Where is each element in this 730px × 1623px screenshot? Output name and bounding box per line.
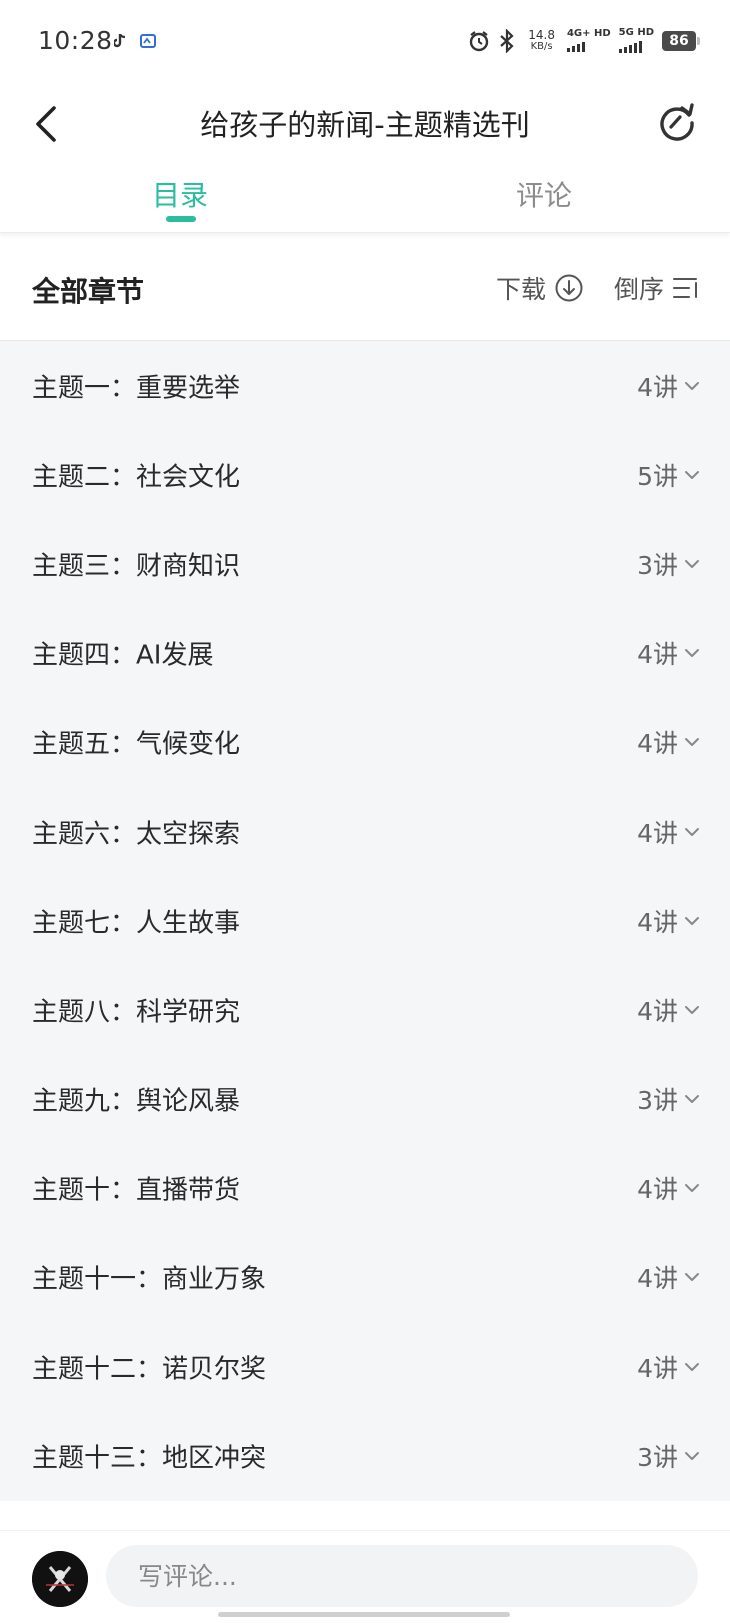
chapter-name: 主题十一：商业万象 <box>32 1264 267 1295</box>
download-label: 下载 <box>495 275 546 304</box>
alarm-icon <box>470 30 489 51</box>
chapter-row[interactable]: 主题三：财商知识 3讲 <box>0 519 730 608</box>
chevron-down-icon <box>685 1005 699 1014</box>
sim2-signal: 5G HD <box>618 27 654 53</box>
chapter-lecture-count: 3讲 <box>637 550 678 580</box>
chevron-down-icon <box>685 1184 699 1193</box>
chapter-name: 主题九：舆论风暴 <box>32 1086 241 1117</box>
sim2-signal-bars-icon <box>618 41 642 53</box>
chevron-down-icon <box>685 916 699 925</box>
chevron-down-icon <box>685 1362 699 1371</box>
chapter-row[interactable]: 主题八：科学研究 4讲 <box>0 965 730 1054</box>
chapters-section-header: 全部章节 下载 倒序 <box>0 240 730 341</box>
tab-bar: 目录 评论 <box>0 160 730 233</box>
chevron-down-icon <box>685 559 699 568</box>
network-speed: 14.8 KB/s <box>528 29 555 53</box>
page-title: 给孩子的新闻-主题精选刊 <box>200 108 530 142</box>
chevron-down-icon <box>685 470 699 479</box>
chapter-row[interactable]: 主题一：重要选举 4讲 <box>0 341 730 430</box>
chapter-lecture-count: 4讲 <box>637 1175 678 1205</box>
chevron-down-icon <box>685 649 699 658</box>
network-speed-unit: KB/s <box>530 40 553 52</box>
chevron-down-icon <box>685 1451 699 1460</box>
chapter-name: 主题一：重要选举 <box>32 373 241 404</box>
status-time: 10:28 <box>38 26 113 55</box>
chapter-lecture-count: 4讲 <box>637 1353 678 1383</box>
chapter-name: 主题十二：诺贝尔奖 <box>32 1354 267 1385</box>
tab-comments[interactable]: 评论 <box>516 174 572 214</box>
battery-level: 86 <box>669 32 689 49</box>
chapter-row[interactable]: 主题十：直播带货 4讲 <box>0 1144 730 1233</box>
network-speed-value: 14.8 <box>528 27 555 42</box>
status-right-icons: 14.8 KB/s 4G+ HD 5G HD 86 <box>468 27 700 53</box>
active-tab-indicator <box>166 216 196 222</box>
chapter-lecture-count: 4讲 <box>637 996 678 1026</box>
download-icon <box>555 274 583 302</box>
sort-label: 倒序 <box>613 275 664 304</box>
chevron-down-icon <box>685 1095 699 1104</box>
sort-descending-icon <box>673 278 697 298</box>
home-indicator[interactable] <box>218 1612 510 1617</box>
chapter-name: 主题三：财商知识 <box>32 551 241 582</box>
chapter-row[interactable]: 主题十一：商业万象 4讲 <box>0 1233 730 1322</box>
sim1-signal-bars-icon <box>566 42 585 52</box>
chevron-down-icon <box>685 738 699 747</box>
chevron-down-icon <box>685 381 699 390</box>
chapter-name: 主题四：AI发展 <box>32 640 214 671</box>
chapter-name: 主题二：社会文化 <box>32 462 241 493</box>
chevron-down-icon <box>685 1273 699 1282</box>
refresh-icon[interactable] <box>656 102 698 144</box>
chapter-name: 主题八：科学研究 <box>32 997 241 1028</box>
sim1-label: 4G+ HD <box>566 28 611 39</box>
bluetooth-icon <box>500 28 514 53</box>
chapter-lecture-count: 4讲 <box>637 907 678 937</box>
tab-catalog[interactable]: 目录 <box>152 174 208 214</box>
chapter-row[interactable]: 主题五：气候变化 4讲 <box>0 698 730 787</box>
chapter-lecture-count: 5讲 <box>637 461 678 491</box>
sim1-signal: 4G+ HD <box>566 28 611 52</box>
app-notification-icon <box>140 34 156 48</box>
chapter-lecture-count: 4讲 <box>637 1264 678 1294</box>
download-button[interactable]: 下载 <box>496 270 584 306</box>
comment-bar <box>0 1530 730 1623</box>
section-title: 全部章节 <box>32 275 145 308</box>
chapter-lecture-count: 3讲 <box>637 1086 678 1116</box>
chapter-lecture-count: 4讲 <box>637 372 678 402</box>
chapter-list: 主题一：重要选举 4讲 主题二：社会文化 5讲 主题三：财商知识 3讲 主题四：… <box>0 341 730 1501</box>
top-app-bar: 给孩子的新闻-主题精选刊 <box>0 88 730 160</box>
chapter-row[interactable]: 主题七：人生故事 4讲 <box>0 876 730 965</box>
chapter-row[interactable]: 主题六：太空探索 4讲 <box>0 787 730 876</box>
chevron-down-icon <box>685 827 699 836</box>
section-actions: 下载 倒序 <box>496 270 700 306</box>
chapter-lecture-count: 3讲 <box>637 1442 678 1472</box>
chapter-row[interactable]: 主题九：舆论风暴 3讲 <box>0 1055 730 1144</box>
chapter-lecture-count: 4讲 <box>637 818 678 848</box>
chapter-lecture-count: 4讲 <box>637 729 678 759</box>
chapter-name: 主题十：直播带货 <box>32 1175 241 1206</box>
chapter-name: 主题七：人生故事 <box>32 908 241 939</box>
user-avatar[interactable] <box>32 1551 88 1607</box>
sim2-label: 5G HD <box>618 27 654 38</box>
tiktok-notification-icon <box>114 34 126 48</box>
status-left-icons <box>114 34 156 48</box>
chapter-name: 主题六：太空探索 <box>32 819 241 850</box>
chapter-name: 主题五：气候变化 <box>32 729 241 760</box>
battery-indicator: 86 <box>662 30 700 51</box>
chapter-lecture-count: 4讲 <box>637 640 678 670</box>
chapter-row[interactable]: 主题十三：地区冲突 3讲 <box>0 1411 730 1500</box>
avatar-image-icon <box>32 1551 88 1607</box>
chapter-name: 主题十三：地区冲突 <box>32 1443 267 1474</box>
chapter-row[interactable]: 主题十二：诺贝尔奖 4讲 <box>0 1322 730 1411</box>
chapter-row[interactable]: 主题二：社会文化 5讲 <box>0 430 730 519</box>
sort-button[interactable]: 倒序 <box>614 270 700 306</box>
status-bar: 10:28 14.8 KB/s 4G+ HD 5G HD 86 <box>0 0 730 88</box>
chapter-row[interactable]: 主题四：AI发展 4讲 <box>0 609 730 698</box>
comment-input[interactable] <box>106 1545 698 1607</box>
